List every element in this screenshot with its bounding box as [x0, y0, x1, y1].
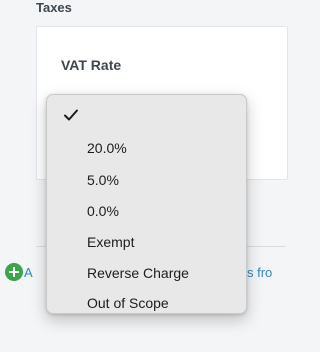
option-5[interactable]: 5.0%: [87, 172, 119, 188]
option-reverse-charge[interactable]: Reverse Charge: [87, 265, 189, 281]
option-20[interactable]: 20.0%: [87, 140, 127, 156]
add-link-start[interactable]: A: [24, 265, 33, 280]
vat-rate-dropdown: 20.0% 5.0% 0.0% Exempt Reverse Charge Ou…: [46, 94, 247, 314]
add-icon[interactable]: [5, 263, 23, 281]
option-exempt[interactable]: Exempt: [87, 234, 134, 250]
option-0[interactable]: 0.0%: [87, 203, 119, 219]
import-link-end[interactable]: s fro: [247, 265, 272, 280]
checkmark-icon: [64, 109, 78, 121]
section-heading: Taxes: [36, 0, 72, 15]
option-out-of-scope[interactable]: Out of Scope: [87, 295, 169, 311]
vat-rate-label: VAT Rate: [61, 57, 122, 73]
